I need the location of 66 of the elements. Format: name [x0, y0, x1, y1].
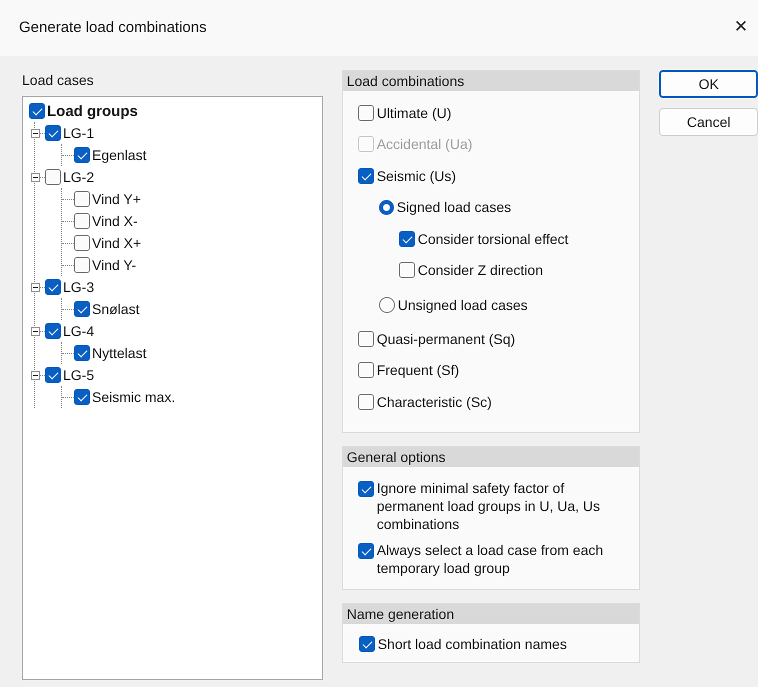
checkbox[interactable]: [74, 235, 90, 251]
tree-item[interactable]: LG-5: [63, 367, 94, 383]
close-button[interactable]: ✕: [724, 10, 758, 44]
checkbox[interactable]: [45, 323, 61, 339]
checkbox[interactable]: [74, 257, 90, 273]
option-label: Characteristic (Sc): [376, 394, 492, 410]
option-label: Frequent (Sf): [376, 362, 460, 378]
section-label: Load cases: [22, 71, 95, 90]
collapse-icon[interactable]: [31, 172, 40, 182]
panel-header: General options: [342, 446, 640, 466]
tree-item[interactable]: LG-2: [63, 169, 94, 185]
window-title: Generate load combinations: [19, 18, 207, 36]
checkbox[interactable]: [358, 394, 374, 410]
option-label: Consider Z direction: [418, 262, 543, 278]
checkbox[interactable]: [358, 168, 374, 184]
checkbox[interactable]: [45, 169, 61, 185]
tree-item[interactable]: Vind X+: [92, 235, 142, 251]
collapse-icon[interactable]: [31, 370, 40, 380]
option-label: Seismic (Us): [376, 168, 456, 184]
cancel-button[interactable]: Cancel: [659, 108, 758, 136]
tree-item[interactable]: Seismic max.: [92, 389, 176, 405]
tree-item[interactable]: Snølast: [92, 301, 140, 317]
tree-item[interactable]: Vind Y+: [92, 191, 141, 207]
tree-item[interactable]: LG-3: [63, 279, 94, 295]
option-label: Unsigned load cases: [398, 296, 528, 312]
panel-header: Load combinations: [342, 71, 640, 91]
checkbox[interactable]: [45, 279, 61, 295]
tree-item[interactable]: Egenlast: [92, 147, 146, 163]
checkbox[interactable]: [398, 262, 415, 278]
tree-item[interactable]: Vind X-: [92, 213, 138, 229]
option-label: Signed load cases: [396, 199, 512, 216]
checkbox[interactable]: [74, 213, 90, 229]
tree-item[interactable]: Nyttelast: [92, 345, 146, 361]
checkbox[interactable]: [358, 362, 374, 378]
checkbox[interactable]: [74, 389, 90, 405]
checkbox[interactable]: [74, 345, 90, 361]
checkbox[interactable]: [358, 636, 375, 652]
collapse-icon[interactable]: [31, 128, 40, 138]
checkbox[interactable]: [358, 480, 374, 496]
checkbox[interactable]: [358, 330, 374, 347]
panel-header: Name generation: [342, 604, 640, 624]
tree-item[interactable]: Vind Y-: [92, 257, 136, 273]
tree-item[interactable]: LG-1: [63, 125, 94, 141]
tree-item[interactable]: Load groups: [47, 102, 138, 120]
checkbox[interactable]: [74, 191, 90, 207]
checkbox[interactable]: [358, 542, 374, 558]
option-label: Quasi-permanent (Sq): [376, 330, 516, 347]
option-label: Short load combination names: [378, 636, 567, 652]
checkbox[interactable]: [358, 104, 374, 121]
option-label: Accidental (Ua): [376, 136, 472, 152]
tree-item[interactable]: LG-4: [63, 323, 94, 339]
checkbox[interactable]: [74, 147, 90, 163]
checkbox[interactable]: [29, 103, 45, 119]
checkbox[interactable]: [74, 301, 90, 317]
checkbox[interactable]: [45, 367, 61, 383]
collapse-icon[interactable]: [31, 326, 40, 336]
radio-button[interactable]: [378, 200, 394, 215]
checkbox[interactable]: [398, 230, 415, 247]
option-label: Ultimate (U): [376, 104, 452, 121]
collapse-icon[interactable]: [31, 282, 40, 292]
ok-button[interactable]: OK: [659, 70, 758, 98]
checkbox[interactable]: [45, 125, 61, 141]
option-label: Consider torsional effect: [418, 230, 568, 247]
radio-button[interactable]: [378, 296, 395, 312]
option-label: Ignore minimal safety factor of permanent load groups in U, Ua, Us combinations: [376, 478, 602, 532]
option-label: Always select a load case from each temporary load group: [376, 540, 604, 576]
